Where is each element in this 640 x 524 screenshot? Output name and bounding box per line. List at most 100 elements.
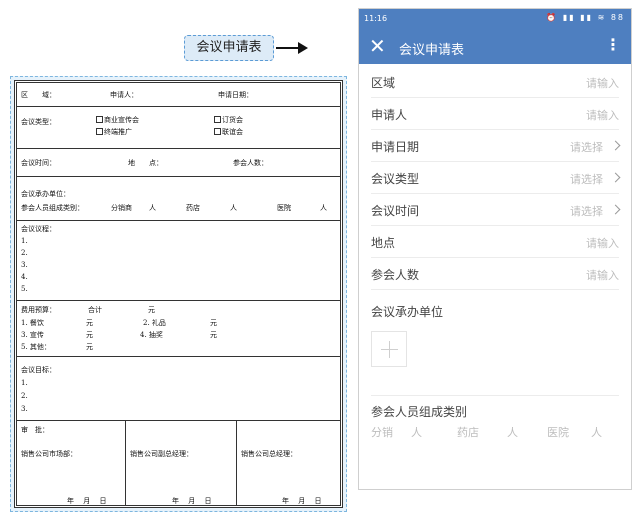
org-section-label: 会议承办单位 (371, 305, 444, 319)
close-icon[interactable]: ✕ (369, 36, 386, 56)
meeting-type-label: 会议类型： (21, 118, 56, 126)
goal-title: 会议目标： (21, 366, 56, 374)
org-label: 会议承办单位： (21, 190, 70, 198)
budget-unit: 元 (210, 319, 217, 327)
paper-row-org: 会议承办单位： 参会人员组成类别： 分销商 人 药店 人 医院 人 (17, 177, 340, 221)
budget-title: 费用预算： (21, 306, 56, 314)
budget-total-unit: 元 (148, 306, 155, 314)
meeting-time-label: 会议时间： (21, 159, 56, 167)
composition-section-label: 参会人员组成类别 (371, 405, 468, 419)
field-label: 申请人 (371, 108, 408, 122)
field-meeting-type[interactable]: 会议类型 请选择 (371, 162, 621, 194)
budget-item-lottery: 4. 抽奖 (140, 331, 163, 339)
budget-unit: 元 (210, 331, 217, 339)
category-pharmacy[interactable]: 药店 (457, 424, 479, 440)
form-title-label: 会议申请表 (184, 35, 274, 61)
deputy-gm-label: 销售公司副总经理： (130, 450, 193, 458)
approval-divider (125, 421, 126, 505)
category-unit: 人 (411, 426, 422, 439)
budget-item-catering: 1. 餐饮 (21, 319, 44, 327)
field-region[interactable]: 区域 请输入 (371, 66, 619, 98)
place-label: 地 点： (128, 159, 163, 167)
agenda-item: 3. (21, 261, 28, 269)
budget-unit: 元 (86, 343, 93, 351)
agenda-title: 会议议程： (21, 225, 56, 233)
paper-row-goal: 会议目标： 1. 2. 3. (17, 357, 340, 421)
field-place[interactable]: 地点 请输入 (371, 226, 619, 258)
agenda-item: 1. (21, 237, 28, 245)
date-line: 年 月 日 (282, 497, 322, 505)
page-title: 会议申请表 (399, 43, 465, 58)
agenda-item: 5. (21, 285, 28, 293)
option-social: 联谊会 (214, 128, 243, 137)
field-apply-date[interactable]: 申请日期 请选择 (371, 130, 621, 162)
distributor-unit: 人 (149, 204, 156, 212)
more-icon[interactable]: ⋮ (605, 37, 621, 53)
field-placeholder: 请选择 (570, 205, 603, 218)
field-label: 申请日期 (371, 140, 420, 154)
field-label: 区域 (371, 76, 396, 90)
applicant-label: 申请人： (110, 91, 138, 99)
checkbox-icon (214, 128, 221, 135)
date-line: 年 月 日 (172, 497, 212, 505)
field-attendee-count[interactable]: 参会人数 请输入 (371, 258, 619, 290)
chevron-right-icon (610, 140, 621, 151)
field-placeholder: 请输入 (586, 77, 619, 90)
paper-row-type: 会议类型： 商业宣传会 订货会 终端推广 联谊会 (17, 107, 340, 149)
arrow-right-icon (276, 42, 308, 54)
paper-row-approval: 审 批： 销售公司市场部： 销售公司副总经理： 销售公司总经理： 年 月 日 年… (17, 421, 340, 505)
checkbox-icon (96, 128, 103, 135)
goal-item: 1. (21, 379, 28, 387)
paper-row-region: 区 域： 申请人： 申请日期： (17, 83, 340, 107)
goal-item: 2. (21, 392, 28, 400)
hospital-unit: 人 (320, 204, 327, 212)
goal-item: 3. (21, 405, 28, 413)
paper-row-time: 会议时间： 地 点： 参会人数： (17, 149, 340, 177)
hospital-label: 医院 (277, 204, 291, 212)
field-placeholder: 请选择 (570, 141, 603, 154)
budget-item-other: 5. 其他： (21, 343, 51, 351)
apply-date-label: 申请日期： (218, 91, 253, 99)
pharmacy-unit: 人 (230, 204, 237, 212)
section-divider (371, 395, 619, 396)
option-commercial: 商业宣传会 (96, 116, 139, 125)
chevron-right-icon (610, 172, 621, 183)
budget-total-label: 合计 (88, 306, 102, 314)
category-hospital[interactable]: 医院 (547, 424, 569, 440)
field-label: 地点 (371, 236, 396, 250)
budget-unit: 元 (86, 331, 93, 339)
approval-divider (236, 421, 237, 505)
field-placeholder: 请输入 (586, 269, 619, 282)
paper-form-frame: 区 域： 申请人： 申请日期： 会议类型： 商业宣传会 订货会 终端推广 联谊会… (10, 76, 347, 512)
category-unit: 人 (507, 426, 518, 439)
status-bar: 11:16 ⏰ ▮▮ ▮▮ ≋ 88 (359, 9, 631, 30)
app-bar: ✕ 会议申请表 ⋮ (359, 30, 631, 64)
option-order: 订货会 (214, 116, 243, 125)
option-terminal: 终端推广 (96, 128, 132, 137)
field-meeting-time[interactable]: 会议时间 请选择 (371, 194, 621, 226)
field-label: 会议时间 (371, 204, 420, 218)
approval-title: 审 批： (21, 426, 49, 434)
distributor-label: 分销商 (111, 204, 132, 212)
field-label: 会议类型 (371, 172, 420, 186)
add-org-button[interactable] (371, 331, 407, 367)
field-placeholder: 请输入 (586, 237, 619, 250)
category-unit: 人 (591, 426, 602, 439)
marketing-dept-label: 销售公司市场部： (21, 450, 77, 458)
phone-screen: 11:16 ⏰ ▮▮ ▮▮ ≋ 88 ✕ 会议申请表 ⋮ 区域 请输入 申请人 … (358, 8, 632, 490)
checkbox-icon (214, 116, 221, 123)
composition-label: 参会人员组成类别： (21, 204, 84, 212)
status-icons: ⏰ ▮▮ ▮▮ ≋ 88 (546, 13, 625, 22)
category-distributor[interactable]: 分销 (371, 424, 393, 440)
chevron-right-icon (610, 204, 621, 215)
count-label: 参会人数： (233, 159, 268, 167)
agenda-item: 2. (21, 249, 28, 257)
date-line: 年 月 日 (67, 497, 107, 505)
field-applicant[interactable]: 申请人 请输入 (371, 98, 619, 130)
field-placeholder: 请选择 (570, 173, 603, 186)
gm-label: 销售公司总经理： (241, 450, 297, 458)
agenda-item: 4. (21, 273, 28, 281)
field-label: 参会人数 (371, 268, 420, 282)
pharmacy-label: 药店 (186, 204, 200, 212)
region-label: 区 域： (21, 91, 56, 99)
